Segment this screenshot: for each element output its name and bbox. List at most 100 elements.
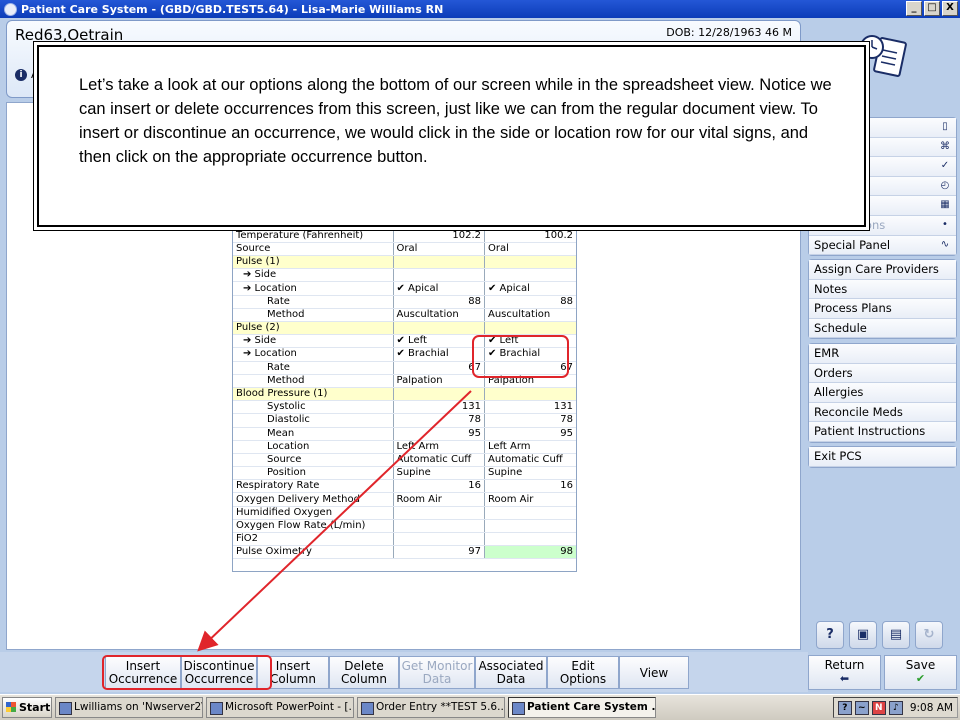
close-button[interactable]: X bbox=[942, 1, 958, 16]
cell-col2[interactable]: Left Arm bbox=[484, 440, 576, 454]
cell-col2[interactable] bbox=[484, 519, 576, 534]
sidebar-item[interactable]: Allergies bbox=[809, 383, 956, 403]
cell-col2[interactable]: 95 bbox=[484, 427, 576, 441]
cell-col1[interactable]: Palpation bbox=[392, 374, 485, 388]
cell-col1[interactable] bbox=[392, 268, 485, 283]
cell-col1[interactable]: ✔ Left bbox=[392, 334, 485, 349]
cell-col1[interactable]: 78 bbox=[392, 413, 485, 428]
cell-col1[interactable] bbox=[392, 255, 485, 270]
table-row[interactable]: Pulse (2) bbox=[233, 321, 576, 336]
cell-col1[interactable]: ✔ Brachial bbox=[392, 347, 485, 362]
delete-column-button[interactable]: Delete Column bbox=[329, 656, 399, 689]
info-icon[interactable]: i bbox=[15, 69, 27, 81]
table-row[interactable]: Position Supine Supine bbox=[233, 466, 576, 481]
cell-col1[interactable] bbox=[392, 519, 485, 534]
table-row[interactable]: FiO2 bbox=[233, 532, 576, 547]
cell-col1[interactable]: 95 bbox=[392, 427, 485, 441]
table-row[interactable]: Systolic 131 131 bbox=[233, 400, 576, 415]
table-row[interactable]: ➔ Location ✔ Apical ✔ Apical bbox=[233, 281, 576, 296]
cell-col2[interactable] bbox=[484, 532, 576, 547]
table-row[interactable]: Source Oral Oral bbox=[233, 242, 576, 257]
table-row[interactable]: Method Auscultation Auscultation bbox=[233, 308, 576, 323]
cell-col2[interactable]: 100.2 bbox=[484, 229, 576, 243]
cell-col2[interactable]: Supine bbox=[484, 466, 576, 481]
associated-data-button[interactable]: Associated Data bbox=[475, 656, 547, 689]
table-row[interactable]: Source Automatic Cuff Automatic Cuff bbox=[233, 453, 576, 468]
network-tray-icon[interactable]: ~ bbox=[854, 700, 869, 715]
sidebar-item[interactable]: Exit PCS bbox=[809, 447, 956, 467]
table-row[interactable]: Pulse (1) bbox=[233, 255, 576, 270]
cell-col1[interactable]: Automatic Cuff bbox=[392, 453, 485, 468]
maximize-button[interactable]: □ bbox=[924, 1, 940, 16]
sidebar-item[interactable]: Reconcile Meds bbox=[809, 402, 956, 423]
sidebar-item[interactable]: Notes bbox=[809, 279, 956, 300]
cell-col2[interactable] bbox=[484, 255, 576, 270]
cell-col1[interactable]: 67 bbox=[392, 361, 485, 375]
table-row[interactable]: Pulse Oximetry 97 98 bbox=[233, 545, 576, 560]
table-row[interactable]: Rate 88 88 bbox=[233, 295, 576, 309]
cell-col1[interactable] bbox=[392, 321, 485, 336]
table-row[interactable]: Location Left Arm Left Arm bbox=[233, 440, 576, 454]
sidebar-item[interactable]: Special Panel ∿ bbox=[809, 235, 956, 256]
cell-col2[interactable]: Automatic Cuff bbox=[484, 453, 576, 468]
cell-col1[interactable]: ✔ Apical bbox=[392, 281, 485, 296]
cell-col1[interactable]: 97 bbox=[392, 545, 485, 560]
cell-col1[interactable]: Auscultation bbox=[392, 308, 485, 323]
cell-col1[interactable] bbox=[392, 506, 485, 520]
cell-col1[interactable]: Left Arm bbox=[392, 440, 485, 454]
table-row[interactable]: Respiratory Rate 16 16 bbox=[233, 479, 576, 494]
return-button[interactable]: Return ⬅ bbox=[808, 655, 881, 690]
cell-col2[interactable]: ✔ Apical bbox=[484, 281, 576, 296]
table-row[interactable]: Oxygen Flow Rate (L/min) bbox=[233, 519, 576, 534]
cell-col2[interactable]: 131 bbox=[484, 400, 576, 415]
start-button[interactable]: Start bbox=[2, 697, 52, 718]
cell-col2[interactable] bbox=[484, 387, 576, 402]
taskbar-task[interactable]: Patient Care System ... bbox=[508, 697, 656, 718]
cell-col1[interactable]: 88 bbox=[392, 295, 485, 309]
cell-col1[interactable]: 131 bbox=[392, 400, 485, 415]
cell-col2[interactable] bbox=[484, 268, 576, 283]
cell-col2[interactable] bbox=[484, 321, 576, 336]
taskbar-task[interactable]: Order Entry **TEST 5.6... bbox=[357, 697, 505, 718]
sidebar-item[interactable]: EMR bbox=[809, 344, 956, 364]
save-button[interactable]: Save ✔ bbox=[884, 655, 957, 690]
view-button[interactable]: View bbox=[619, 656, 689, 689]
cell-col2[interactable]: 88 bbox=[484, 295, 576, 309]
cell-col1[interactable]: Oral bbox=[392, 242, 485, 257]
help-icon[interactable]: ? bbox=[816, 621, 844, 649]
table-row[interactable]: Humidified Oxygen bbox=[233, 506, 576, 520]
cell-col2[interactable]: 98 bbox=[484, 545, 576, 560]
help-tray-icon[interactable]: ? bbox=[837, 700, 852, 715]
cell-col2[interactable]: Room Air bbox=[484, 492, 576, 507]
cell-col1[interactable]: 16 bbox=[392, 479, 485, 494]
cell-col2[interactable]: 16 bbox=[484, 479, 576, 494]
sidebar-item[interactable]: Orders bbox=[809, 363, 956, 384]
cell-col1[interactable]: Room Air bbox=[392, 492, 485, 507]
edit-options-button[interactable]: Edit Options bbox=[547, 656, 619, 689]
cell-col1[interactable]: Supine bbox=[392, 466, 485, 481]
volume-tray-icon[interactable]: ♪ bbox=[888, 700, 903, 715]
table-row[interactable]: Temperature (Fahrenheit) 102.2 100.2 bbox=[233, 229, 576, 243]
vitals-spreadsheet[interactable]: Temperature (Celsius)39.037.9Temperature… bbox=[232, 215, 577, 572]
cell-col1[interactable] bbox=[392, 387, 485, 402]
cell-col2[interactable]: Oral bbox=[484, 242, 576, 257]
monitor-icon[interactable]: ▣ bbox=[849, 621, 877, 649]
table-row[interactable]: ➔ Side bbox=[233, 268, 576, 283]
table-row[interactable]: Blood Pressure (1) bbox=[233, 387, 576, 402]
cell-col1[interactable]: 102.2 bbox=[392, 229, 485, 243]
minimize-button[interactable]: _ bbox=[906, 1, 922, 16]
sidebar-item[interactable]: Patient Instructions bbox=[809, 422, 956, 442]
taskbar-task[interactable]: Microsoft PowerPoint - [... bbox=[206, 697, 354, 718]
table-row[interactable]: Mean 95 95 bbox=[233, 427, 576, 441]
cell-col1[interactable] bbox=[392, 532, 485, 547]
sidebar-item[interactable]: Process Plans bbox=[809, 299, 956, 319]
cell-col2[interactable] bbox=[484, 506, 576, 520]
table-row[interactable]: Diastolic 78 78 bbox=[233, 413, 576, 428]
sidebar-item[interactable]: Assign Care Providers bbox=[809, 260, 956, 280]
cell-col2[interactable]: 78 bbox=[484, 413, 576, 428]
taskbar-task[interactable]: Lwilliams on 'Nwserver2\... bbox=[55, 697, 203, 718]
security-tray-icon[interactable]: N bbox=[871, 700, 886, 715]
sidebar-item[interactable]: Schedule bbox=[809, 318, 956, 339]
cell-col2[interactable]: Auscultation bbox=[484, 308, 576, 323]
table-row[interactable]: Oxygen Delivery Method Room Air Room Air bbox=[233, 492, 576, 507]
